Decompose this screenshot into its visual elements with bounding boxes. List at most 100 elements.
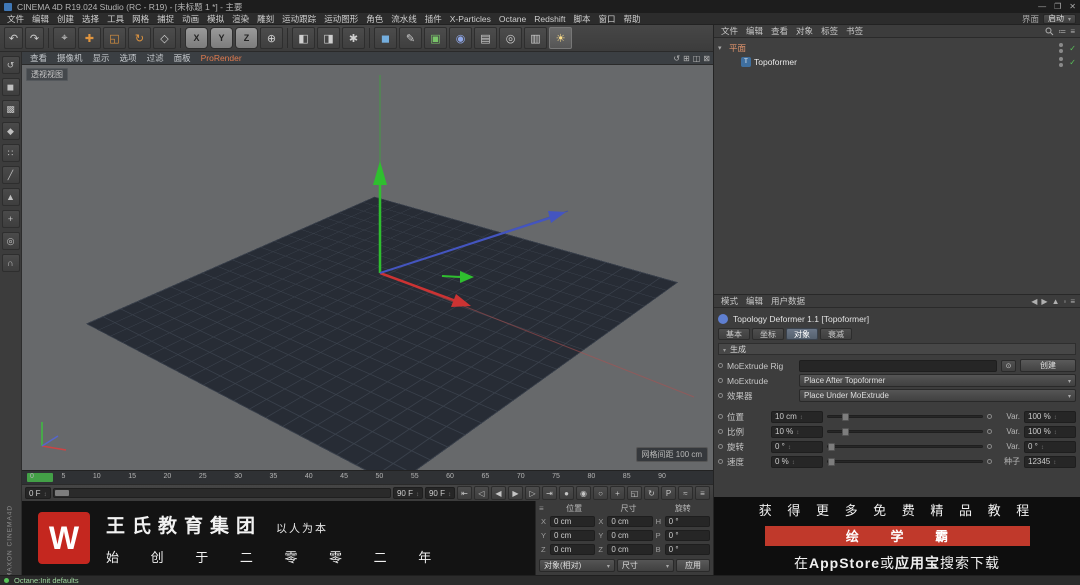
expander-icon[interactable]: ▾ bbox=[718, 44, 726, 52]
anim-toggle-icon[interactable] bbox=[987, 414, 992, 419]
menu-octane[interactable]: Octane bbox=[495, 13, 530, 24]
menu-plugins[interactable]: 插件 bbox=[421, 13, 446, 24]
history-back-icon[interactable]: ◀ bbox=[1031, 297, 1037, 306]
z-arrowhead-icon[interactable] bbox=[548, 211, 566, 223]
scale-slider[interactable] bbox=[827, 428, 983, 436]
points-mode-icon[interactable]: ∷ bbox=[1, 144, 20, 162]
tab-basic[interactable]: 基本 bbox=[718, 328, 750, 340]
close-button[interactable]: ✕ bbox=[1069, 2, 1076, 11]
size-x-field[interactable]: 0 cm bbox=[607, 516, 653, 527]
play-button[interactable]: ▶ bbox=[508, 486, 523, 500]
goto-start-button[interactable]: ⇤ bbox=[457, 486, 472, 500]
spinner-icon[interactable] bbox=[41, 489, 47, 498]
anim-toggle-icon[interactable] bbox=[718, 444, 723, 449]
menu-redshift[interactable]: Redshift bbox=[530, 13, 569, 24]
menu-window[interactable]: 窗口 bbox=[594, 13, 619, 24]
rotation-b-field[interactable]: 0 ° bbox=[664, 544, 710, 555]
visibility-dots-icon[interactable] bbox=[1059, 57, 1064, 67]
apply-button[interactable]: 应用 bbox=[676, 559, 710, 572]
scale-icon[interactable]: ◱ bbox=[103, 27, 126, 49]
tab-object[interactable]: 对象 bbox=[786, 328, 818, 340]
size-z-field[interactable]: 0 cm bbox=[607, 544, 653, 555]
spinner-icon[interactable] bbox=[1038, 442, 1044, 451]
anim-toggle-icon[interactable] bbox=[987, 459, 992, 464]
seed-field[interactable]: 12345 bbox=[1024, 455, 1076, 468]
keyframe-selection-button[interactable]: ○ bbox=[593, 486, 608, 500]
move-icon[interactable]: ✚ bbox=[78, 27, 101, 49]
menu-motion-tracker[interactable]: 运动跟踪 bbox=[278, 13, 320, 24]
view-maximize-icon[interactable]: ⊠ bbox=[703, 54, 710, 63]
polygons-mode-icon[interactable]: ▲ bbox=[1, 188, 20, 206]
end-frame-field[interactable]: 90 F bbox=[424, 487, 455, 499]
render-view-icon[interactable]: ◧ bbox=[292, 27, 315, 49]
coord-menu-icon[interactable]: ≡ bbox=[539, 504, 544, 513]
record-position-button[interactable]: + bbox=[610, 486, 625, 500]
menu-file[interactable]: 文件 bbox=[3, 13, 28, 24]
spinner-icon[interactable] bbox=[785, 442, 791, 451]
spinner-icon[interactable] bbox=[445, 489, 451, 498]
enable-axis-icon[interactable]: + bbox=[1, 210, 20, 228]
om-menu-objects[interactable]: 对象 bbox=[792, 25, 817, 37]
size-mode-dropdown[interactable]: 尺寸 bbox=[616, 559, 674, 572]
anim-toggle-icon[interactable] bbox=[987, 444, 992, 449]
rotation-value-field[interactable]: 0 ° bbox=[771, 440, 823, 453]
panel-menu-icon[interactable]: ≡ bbox=[1070, 27, 1075, 36]
om-menu-bookmarks[interactable]: 书签 bbox=[842, 25, 867, 37]
slider-handle[interactable] bbox=[841, 428, 849, 436]
history-forward-icon[interactable]: ▶ bbox=[1041, 297, 1047, 306]
rotation-var-field[interactable]: 0 ° bbox=[1024, 440, 1076, 453]
spinner-icon[interactable] bbox=[793, 427, 799, 436]
add-deformer-icon[interactable]: ◉ bbox=[449, 27, 472, 49]
anim-toggle-icon[interactable] bbox=[718, 459, 723, 464]
am-menu-edit[interactable]: 编辑 bbox=[742, 295, 767, 307]
menu-mograph[interactable]: 运动图形 bbox=[320, 13, 362, 24]
menu-animate[interactable]: 动画 bbox=[178, 13, 203, 24]
add-generator-icon[interactable]: ▣ bbox=[424, 27, 447, 49]
spinner-icon[interactable] bbox=[1051, 412, 1057, 421]
plane-object[interactable] bbox=[85, 196, 679, 470]
workplane-mode-icon[interactable]: ◆ bbox=[1, 122, 20, 140]
minimize-button[interactable]: — bbox=[1038, 2, 1046, 11]
rotation-p-field[interactable]: 0 ° bbox=[664, 530, 710, 541]
record-button[interactable]: ● bbox=[559, 486, 574, 500]
enabled-check-icon[interactable]: ✓ bbox=[1069, 44, 1076, 53]
rotate-icon[interactable]: ↻ bbox=[128, 27, 151, 49]
om-menu-view[interactable]: 查看 bbox=[767, 25, 792, 37]
search-icon[interactable] bbox=[1045, 27, 1054, 36]
position-var-field[interactable]: 100 % bbox=[1024, 410, 1076, 423]
position-x-field[interactable]: 0 cm bbox=[550, 516, 596, 527]
menu-xparticles[interactable]: X-Particles bbox=[446, 13, 495, 24]
filter-icon[interactable]: ≔ bbox=[1058, 27, 1066, 36]
snap-icon[interactable]: ∩ bbox=[1, 254, 20, 272]
menu-help[interactable]: 帮助 bbox=[619, 13, 644, 24]
spinner-icon[interactable] bbox=[413, 489, 419, 498]
record-rotation-button[interactable]: ↻ bbox=[644, 486, 659, 500]
tab-falloff[interactable]: 衰减 bbox=[820, 328, 852, 340]
anim-toggle-icon[interactable] bbox=[718, 378, 723, 383]
effector-dropdown[interactable]: Place Under MoExtrude bbox=[799, 389, 1076, 402]
light-icon[interactable]: ☀ bbox=[549, 27, 572, 49]
vp-menu-options[interactable]: 选项 bbox=[115, 52, 142, 64]
maximize-button[interactable]: ❐ bbox=[1054, 2, 1061, 11]
spinner-icon[interactable] bbox=[797, 412, 803, 421]
speed-value-field[interactable]: 0 % bbox=[771, 455, 823, 468]
render-settings-icon[interactable]: ✱ bbox=[342, 27, 365, 49]
spinner-icon[interactable] bbox=[1051, 427, 1057, 436]
enabled-check-icon[interactable]: ✓ bbox=[1069, 58, 1076, 67]
visibility-dots-icon[interactable] bbox=[1059, 43, 1064, 53]
undo-icon[interactable]: ↶ bbox=[4, 27, 23, 49]
anim-toggle-icon[interactable] bbox=[718, 429, 723, 434]
anim-toggle-icon[interactable] bbox=[987, 429, 992, 434]
position-y-field[interactable]: 0 cm bbox=[550, 530, 596, 541]
redo-icon[interactable]: ↷ bbox=[25, 27, 44, 49]
anim-toggle-icon[interactable] bbox=[718, 363, 723, 368]
om-menu-file[interactable]: 文件 bbox=[717, 25, 742, 37]
lock-x-button[interactable]: X bbox=[185, 27, 208, 49]
view-layout-icon[interactable]: ⊞ bbox=[683, 54, 690, 63]
create-button[interactable]: 创建 bbox=[1020, 359, 1076, 372]
section-generate[interactable]: 生成 bbox=[718, 343, 1076, 355]
make-editable-icon[interactable]: ↺ bbox=[1, 56, 20, 74]
timeline-ruler[interactable]: 0 5 10 15 20 25 30 35 40 45 50 55 60 65 … bbox=[22, 470, 713, 484]
rotation-slider[interactable] bbox=[827, 443, 983, 451]
add-camera-icon[interactable]: ◎ bbox=[499, 27, 522, 49]
